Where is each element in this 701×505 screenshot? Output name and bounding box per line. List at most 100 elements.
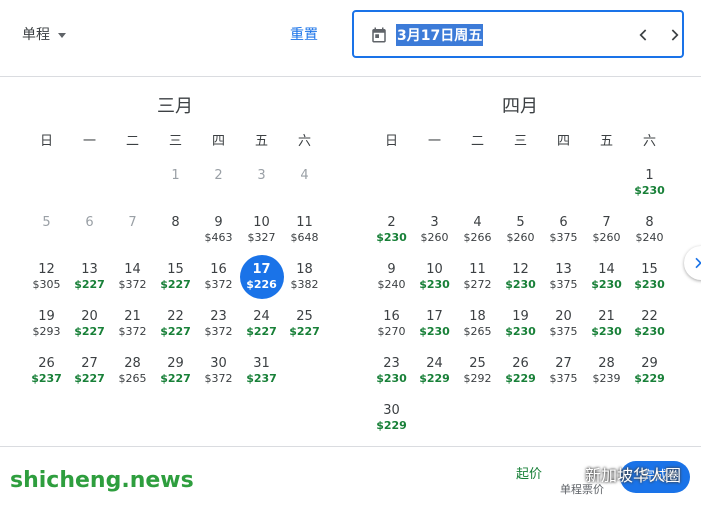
day-cell[interactable]: 18 $382 [283,258,326,305]
day-number: 23 [383,356,400,371]
day-cell[interactable]: 10 $230 [413,258,456,305]
day-cell[interactable]: 11 $648 [283,211,326,258]
day-cell[interactable]: 12 $305 [25,258,68,305]
day-price: $292 [463,372,492,385]
day-cell[interactable]: 24 $229 [413,352,456,399]
day-cell[interactable]: 31 $237 [240,352,283,399]
empty-cell [25,164,68,211]
day-price: $230 [376,231,407,244]
day-number: 16 [383,309,400,324]
day-price: $240 [635,231,664,244]
day-number: 9 [214,215,223,230]
day-cell[interactable]: 4 $266 [456,211,499,258]
day-number: 5 [516,215,525,230]
weekday-label: 二 [470,134,484,149]
day-cell[interactable]: 30 $229 [370,399,413,446]
day-price: $372 [204,278,233,291]
weekday-header: 日 一 二 三 四 五 六 [370,130,670,150]
day-price: $230 [419,278,450,291]
departure-date-field[interactable]: 3月17日周五 [352,10,684,58]
trip-type-dropdown[interactable]: 单程 [22,24,66,44]
day-cell[interactable]: 29 $229 [628,352,671,399]
next-month-button[interactable] [684,246,701,280]
day-cell[interactable]: 15 $227 [154,258,197,305]
day-cell[interactable]: 17 $230 [413,305,456,352]
day-number: 25 [469,356,486,371]
day-cell[interactable]: 8 [154,211,197,258]
day-price: $382 [290,278,319,291]
day-cell[interactable]: 12 $230 [499,258,542,305]
day-cell[interactable]: 13 $375 [542,258,585,305]
day-cell[interactable]: 22 $230 [628,305,671,352]
weekday-label: 一 [82,134,96,149]
chevron-right-icon[interactable] [664,25,684,45]
day-cell[interactable]: 14 $372 [111,258,154,305]
day-cell[interactable]: 28 $265 [111,352,154,399]
day-cell[interactable]: 26 $237 [25,352,68,399]
day-number: 31 [253,356,270,371]
day-cell[interactable]: 13 $227 [68,258,111,305]
day-price: $229 [634,372,665,385]
day-cell-selected[interactable]: 17 $226 [240,255,284,305]
day-cell[interactable]: 18 $265 [456,305,499,352]
day-cell[interactable]: 6 $375 [542,211,585,258]
day-cell[interactable]: 9 $240 [370,258,413,305]
day-price: $229 [376,419,407,432]
day-number: 30 [383,403,400,418]
day-cell[interactable]: 21 $372 [111,305,154,352]
day-price: $226 [246,278,277,291]
empty-cell [499,164,542,211]
day-number: 8 [171,215,180,230]
weekday-label: 二 [125,134,139,149]
day-cell[interactable]: 19 $293 [25,305,68,352]
selected-date: 3月17日周五 [396,24,484,46]
day-number: 4 [300,168,309,183]
day-price: $375 [549,231,578,244]
day-cell[interactable]: 20 $375 [542,305,585,352]
day-cell[interactable]: 23 $372 [197,305,240,352]
day-cell[interactable]: 9 $463 [197,211,240,258]
day-cell[interactable]: 27 $227 [68,352,111,399]
day-cell: 7 [111,211,154,258]
day-cell[interactable]: 16 $372 [197,258,240,305]
day-cell[interactable]: 29 $227 [154,352,197,399]
day-cell[interactable]: 16 $270 [370,305,413,352]
reset-button[interactable]: 重置 [290,24,318,44]
day-cell[interactable]: 3 $260 [413,211,456,258]
day-cell[interactable]: 11 $272 [456,258,499,305]
day-number: 2 [387,215,396,230]
chevron-left-icon[interactable] [634,25,654,45]
day-cell[interactable]: 22 $227 [154,305,197,352]
day-number: 21 [124,309,141,324]
day-cell[interactable]: 19 $230 [499,305,542,352]
day-cell[interactable]: 7 $260 [585,211,628,258]
caret-down-icon [58,32,66,38]
day-cell[interactable]: 26 $229 [499,352,542,399]
day-cell[interactable]: 28 $239 [585,352,628,399]
day-price: $227 [160,278,191,291]
day-cell[interactable]: 10 $327 [240,211,283,258]
day-cell[interactable]: 14 $230 [585,258,628,305]
day-cell[interactable]: 20 $227 [68,305,111,352]
day-cell[interactable]: 25 $292 [456,352,499,399]
day-cell[interactable]: 30 $372 [197,352,240,399]
day-number: 29 [641,356,658,371]
day-cell[interactable]: 8 $240 [628,211,671,258]
day-cell[interactable]: 2 $230 [370,211,413,258]
day-number: 28 [124,356,141,371]
day-number: 24 [253,309,270,324]
day-cell: 3 [240,164,283,211]
day-price: $265 [118,372,147,385]
day-price: $265 [463,325,492,338]
day-cell[interactable]: 21 $230 [585,305,628,352]
day-cell[interactable]: 25 $227 [283,305,326,352]
day-cell[interactable]: 5 $260 [499,211,542,258]
day-cell[interactable]: 23 $230 [370,352,413,399]
day-number: 15 [167,262,184,277]
day-cell[interactable]: 15 $230 [628,258,671,305]
weekday-label: 三 [513,134,527,149]
day-cell[interactable]: 24 $227 [240,305,283,352]
from-price-label: 起价 [516,467,543,482]
day-cell[interactable]: 1 $230 [628,164,671,211]
day-cell[interactable]: 27 $375 [542,352,585,399]
